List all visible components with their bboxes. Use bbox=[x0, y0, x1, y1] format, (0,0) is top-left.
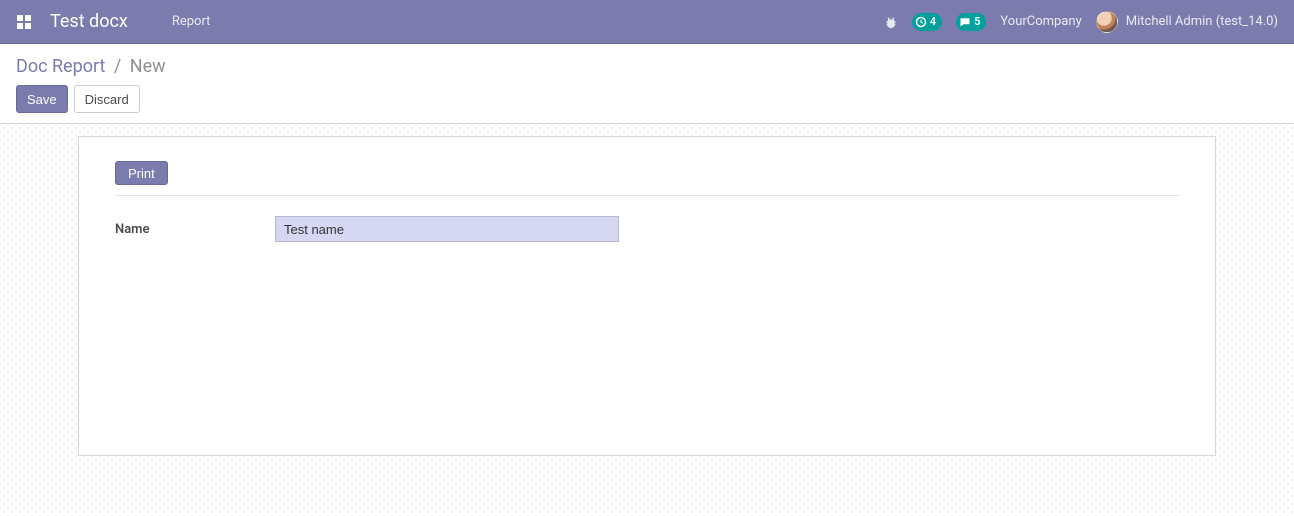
avatar bbox=[1096, 11, 1118, 33]
top-navbar: Test docx Report 4 5 YourCompany bbox=[0, 0, 1294, 44]
user-name-label: Mitchell Admin (test_14.0) bbox=[1126, 14, 1278, 29]
breadcrumb-sep: / bbox=[114, 56, 121, 77]
field-row-name: Name bbox=[115, 216, 1179, 242]
activities-pill[interactable]: 4 bbox=[912, 13, 942, 31]
breadcrumb-current: New bbox=[130, 56, 166, 77]
print-button[interactable]: Print bbox=[115, 161, 168, 185]
form-button-box: Print bbox=[115, 161, 1179, 196]
messages-pill[interactable]: 5 bbox=[956, 13, 986, 31]
discard-button[interactable]: Discard bbox=[74, 85, 140, 113]
bug-icon[interactable] bbox=[884, 15, 898, 29]
navbar-right: 4 5 YourCompany Mitchell Admin (test_14.… bbox=[884, 11, 1278, 33]
company-name[interactable]: YourCompany bbox=[1000, 14, 1081, 29]
messages-count: 5 bbox=[974, 15, 980, 28]
user-menu[interactable]: Mitchell Admin (test_14.0) bbox=[1096, 11, 1278, 33]
save-button[interactable]: Save bbox=[16, 85, 68, 113]
control-buttons: Save Discard bbox=[16, 85, 1278, 113]
name-label: Name bbox=[115, 222, 255, 237]
breadcrumb: Doc Report / New bbox=[16, 56, 1278, 77]
form-view-body: Print Name bbox=[0, 124, 1294, 516]
breadcrumb-parent[interactable]: Doc Report bbox=[16, 56, 105, 77]
chat-icon bbox=[959, 16, 971, 28]
app-brand[interactable]: Test docx bbox=[50, 11, 128, 32]
clock-icon bbox=[915, 16, 927, 28]
name-field[interactable] bbox=[275, 216, 619, 242]
apps-icon[interactable] bbox=[16, 14, 32, 30]
control-panel: Doc Report / New Save Discard bbox=[0, 44, 1294, 124]
activities-count: 4 bbox=[930, 15, 936, 28]
menu-report[interactable]: Report bbox=[172, 14, 211, 29]
form-sheet: Print Name bbox=[78, 136, 1216, 456]
